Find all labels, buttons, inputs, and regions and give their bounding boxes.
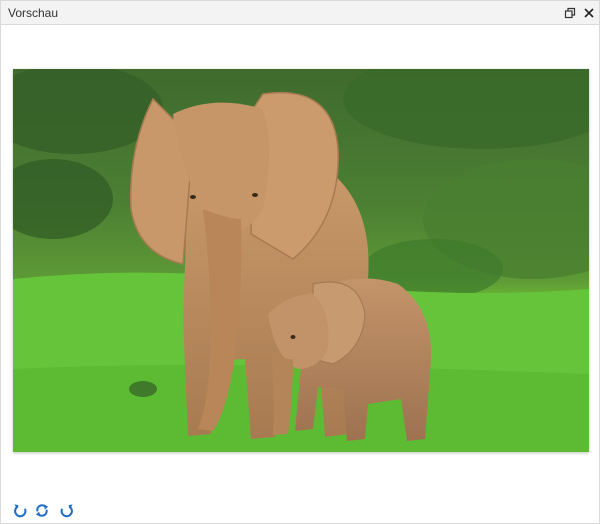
rotate-left-icon: [13, 503, 26, 517]
rotate-right-button[interactable]: [57, 501, 75, 519]
elephant-photo: [13, 69, 589, 452]
restore-window-icon: [564, 7, 576, 19]
rotate-right-icon: [60, 503, 73, 517]
close-button[interactable]: [581, 5, 597, 21]
preview-panel: Vorschau: [0, 0, 600, 524]
restore-window-button[interactable]: [562, 5, 578, 21]
flip-icon: [35, 503, 49, 517]
image-preview: [13, 69, 589, 452]
rotate-left-button[interactable]: [11, 501, 29, 519]
flip-button[interactable]: [33, 501, 51, 519]
panel-title: Vorschau: [8, 6, 59, 20]
panel-titlebar: Vorschau: [1, 1, 599, 25]
close-icon: [584, 8, 594, 18]
preview-toolbar: [1, 499, 599, 521]
